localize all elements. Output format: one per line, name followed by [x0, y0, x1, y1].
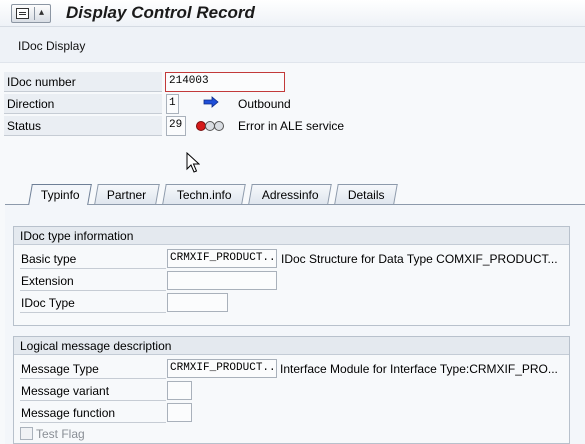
mouse-cursor-icon — [186, 152, 200, 173]
idoc-number-label: IDoc number — [4, 72, 162, 92]
message-variant-field[interactable] — [167, 381, 192, 400]
direction-label: Direction — [4, 94, 162, 114]
page-title: Display Control Record — [66, 3, 255, 22]
group-title: Logical message description — [14, 337, 569, 355]
idoc-number-field[interactable]: 214003 — [165, 72, 285, 92]
idoc-display-button[interactable]: IDoc Display — [18, 39, 85, 53]
test-flag-label: Test Flag — [36, 427, 85, 441]
message-type-field[interactable]: CRMXIF_PRODUCT... — [167, 359, 277, 378]
tab-typinfo[interactable]: Typinfo — [28, 184, 92, 205]
basic-type-label: Basic type — [20, 249, 166, 269]
extension-label: Extension — [20, 271, 166, 291]
idoc-type-field[interactable] — [167, 293, 228, 312]
tab-details[interactable]: Details — [334, 184, 398, 204]
document-icon — [16, 8, 29, 19]
chevron-up-icon: ▴ — [39, 7, 45, 18]
direction-text: Outbound — [238, 97, 291, 111]
basic-type-field[interactable]: CRMXIF_PRODUCT... — [167, 249, 277, 268]
message-type-label: Message Type — [20, 359, 166, 379]
tab-partner[interactable]: Partner — [94, 184, 160, 204]
idoc-type-label: IDoc Type — [20, 293, 166, 313]
idoc-type-group: IDoc type information Basic type CRMXIF_… — [13, 226, 570, 326]
test-flag-checkbox[interactable] — [20, 427, 33, 440]
direction-field[interactable]: 1 — [166, 94, 179, 114]
basic-type-description: IDoc Structure for Data Type COMXIF_PROD… — [281, 252, 558, 266]
status-text: Error in ALE service — [238, 119, 345, 133]
green-light-icon — [214, 121, 224, 131]
extension-field[interactable] — [167, 271, 277, 290]
logical-message-group: Logical message description Message Type… — [13, 336, 570, 444]
tab-techn-info[interactable]: Techn.info — [162, 184, 246, 204]
traffic-light-icon — [196, 120, 224, 132]
message-variant-label: Message variant — [20, 381, 166, 401]
application-toolbar: IDoc Display — [0, 27, 585, 63]
status-field[interactable]: 29 — [166, 116, 186, 136]
arrow-right-icon — [203, 96, 219, 108]
message-function-label: Message function — [20, 403, 166, 423]
message-function-field[interactable] — [167, 403, 192, 422]
message-type-description: Interface Module for Interface Type:CRMX… — [280, 362, 558, 376]
group-title: IDoc type information — [14, 227, 569, 245]
menu-icon-button[interactable]: ▴ — [11, 4, 51, 23]
title-bar: ▴ Display Control Record — [0, 0, 585, 27]
status-label: Status — [4, 116, 162, 136]
tab-adressinfo[interactable]: Adressinfo — [248, 184, 332, 204]
